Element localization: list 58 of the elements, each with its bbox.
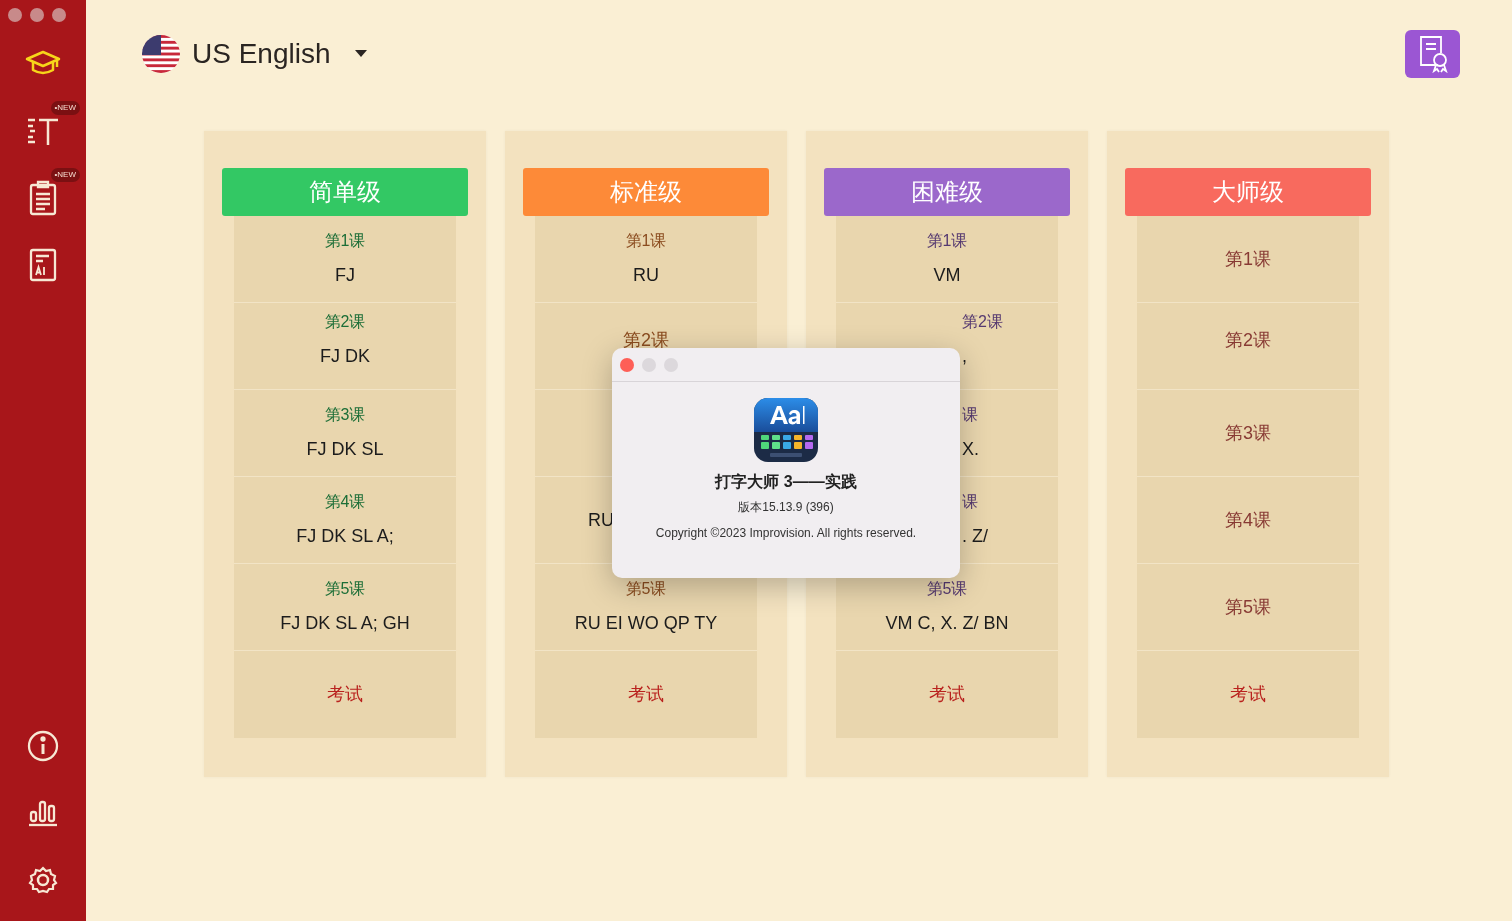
caret-icon: [354, 50, 367, 58]
lesson-keys: VM C, X. Z/ BN: [885, 610, 1009, 637]
window-control[interactable]: [620, 357, 634, 372]
lesson-link[interactable]: 第3课: [1225, 419, 1271, 447]
lesson-keys: ,: [962, 343, 967, 370]
clipboard-icon: [29, 179, 57, 216]
window-control[interactable]: [52, 8, 66, 22]
lesson-link[interactable]: 第2课: [324, 310, 366, 334]
lesson-link[interactable]: 第1课: [926, 229, 968, 253]
level-header-button[interactable]: 标准级: [523, 168, 769, 216]
level-header-button[interactable]: 困难级: [824, 168, 1070, 216]
copyright-text: Copyright ©2023 Improvision. All rights reserved.: [654, 525, 918, 542]
exam-link[interactable]: 考试: [327, 681, 363, 708]
window-control[interactable]: [30, 8, 44, 22]
bar-chart-icon: [28, 798, 58, 827]
lesson-link[interactable]: 第5课: [1225, 593, 1271, 621]
lesson-link[interactable]: 第4课: [1225, 506, 1271, 534]
lesson-link[interactable]: 第2课: [962, 310, 1003, 334]
certificate-button[interactable]: [1405, 30, 1460, 78]
info-icon: [27, 729, 59, 762]
lesson-link[interactable]: 第5课: [324, 577, 366, 601]
lesson-keys: FJ DK SL: [306, 436, 384, 463]
settings-icon: [28, 864, 58, 895]
us-flag-icon: [142, 35, 180, 73]
ai-document-icon: [29, 247, 57, 282]
lesson-keys: VM: [933, 262, 961, 289]
lesson-keys: . Z/: [962, 523, 988, 550]
version-text: 版本15.13.9 (396): [737, 499, 835, 516]
lesson-link[interactable]: 第5课: [625, 577, 667, 601]
lesson-link[interactable]: 第5课: [926, 577, 968, 601]
lesson-keys: FJ DK SL A;: [296, 523, 394, 550]
sidebar-item[interactable]: •NEW: [0, 164, 86, 231]
lesson-link[interactable]: 第4课: [324, 490, 366, 514]
window-control[interactable]: [8, 8, 22, 22]
lesson-link[interactable]: 第2课: [1225, 326, 1271, 354]
lesson-link[interactable]: 第1课: [625, 229, 667, 253]
lesson-keys: X.: [962, 436, 979, 463]
lesson-link[interactable]: 第1课: [1225, 245, 1271, 273]
new-badge: •NEW: [50, 101, 80, 115]
level-header-button[interactable]: 大师级: [1125, 168, 1371, 216]
lesson-link[interactable]: 课: [962, 490, 978, 514]
lesson-keys: RU EI WO QP TY: [574, 610, 718, 637]
lesson-link[interactable]: 课: [962, 403, 978, 427]
lesson-keys: FJ: [335, 262, 355, 289]
certificate-icon: [1417, 35, 1448, 73]
lesson-link[interactable]: 第1课: [324, 229, 366, 253]
exam-link[interactable]: 考试: [1230, 681, 1266, 708]
lesson-keys: FJ DK: [320, 343, 370, 370]
lesson-keys: FJ DK SL A; GH: [280, 610, 410, 637]
app-name: 打字大师 3——实践: [713, 472, 858, 492]
lesson-keys: RU: [633, 262, 659, 289]
sidebar-item[interactable]: •NEW: [0, 97, 86, 164]
exam-link[interactable]: 考试: [929, 681, 965, 708]
exam-link[interactable]: 考试: [628, 681, 664, 708]
language-dropdown[interactable]: US English: [136, 32, 373, 76]
new-badge: •NEW: [50, 168, 80, 182]
lesson-link[interactable]: 第3课: [324, 403, 366, 427]
app-icon: [754, 398, 818, 462]
